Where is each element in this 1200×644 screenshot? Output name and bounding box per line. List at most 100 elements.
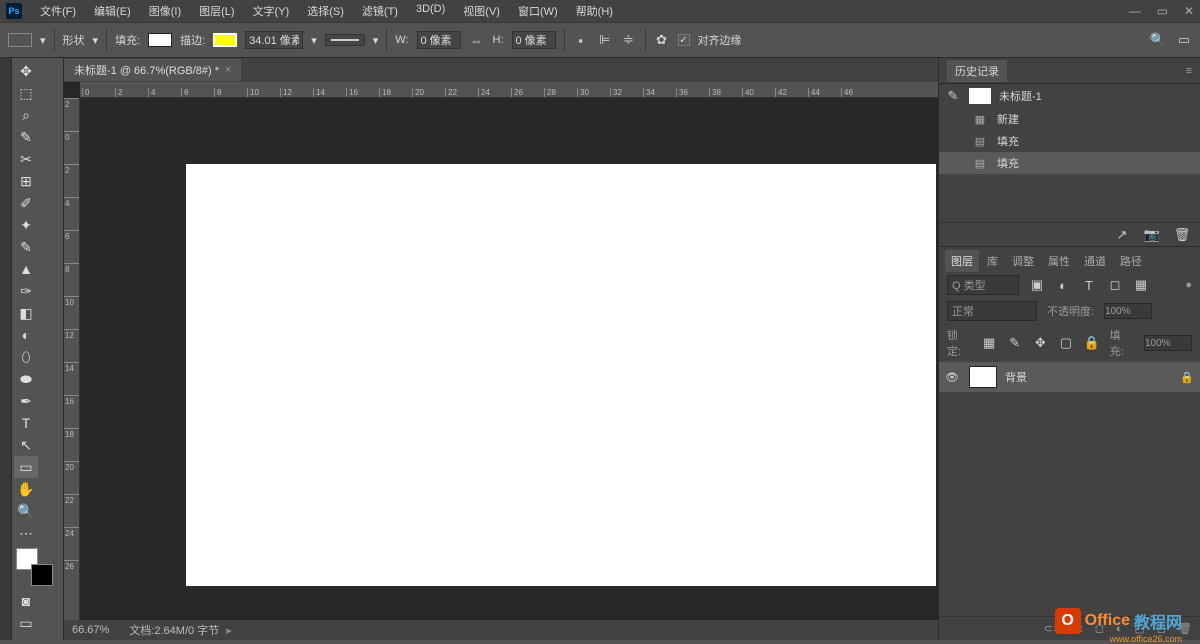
eyedropper-tool[interactable]: ✐ bbox=[14, 192, 38, 214]
zoom-tool[interactable]: 🔍 bbox=[14, 500, 38, 522]
doc-info[interactable]: 文档:2.64M/0 字节 bbox=[129, 625, 219, 637]
stamp-tool[interactable]: ▲ bbox=[14, 258, 38, 280]
layer-name[interactable]: 背景 bbox=[1005, 369, 1027, 385]
tab-adjustments[interactable]: 调整 bbox=[1006, 250, 1040, 272]
tab-channels[interactable]: 通道 bbox=[1078, 250, 1112, 272]
healing-tool[interactable]: ✦ bbox=[14, 214, 38, 236]
tab-properties[interactable]: 属性 bbox=[1042, 250, 1076, 272]
blur-tool[interactable]: ⬯ bbox=[14, 346, 38, 368]
align-edges-checkbox[interactable]: ✓ bbox=[678, 34, 690, 46]
menu-image[interactable]: 图像(I) bbox=[141, 1, 189, 21]
maximize-icon[interactable]: ▭ bbox=[1157, 4, 1168, 18]
menu-window[interactable]: 窗口(W) bbox=[510, 1, 566, 21]
smart-filter-icon[interactable]: ▦ bbox=[1133, 277, 1149, 293]
image-filter-icon[interactable]: ▣ bbox=[1029, 277, 1045, 293]
chevron-down-icon[interactable]: ▾ bbox=[40, 34, 46, 47]
path-ops-icon[interactable]: ▪ bbox=[573, 32, 589, 48]
marquee-tool[interactable]: ⬚ bbox=[14, 82, 38, 104]
frame-tool[interactable]: ⊞ bbox=[14, 170, 38, 192]
hand-tool[interactable]: ✋ bbox=[14, 478, 38, 500]
history-item[interactable]: ▤填充 bbox=[939, 152, 1200, 174]
close-icon[interactable]: ✕ bbox=[1184, 4, 1194, 18]
close-tab-icon[interactable]: × bbox=[225, 64, 231, 76]
ruler-vertical[interactable]: 202468101214161820222426 bbox=[64, 98, 80, 620]
path-select-tool[interactable]: ↖ bbox=[14, 434, 38, 456]
visibility-icon[interactable]: 👁 bbox=[945, 371, 961, 384]
more-tools[interactable]: ⋯ bbox=[14, 522, 38, 544]
zoom-level[interactable]: 66.67% bbox=[72, 624, 109, 636]
chevron-down-icon[interactable]: ▾ bbox=[373, 34, 379, 47]
menu-file[interactable]: 文件(F) bbox=[32, 1, 84, 21]
ruler-horizontal[interactable]: 0246810121416182022242628303234363840424… bbox=[80, 82, 938, 98]
canvas[interactable] bbox=[186, 164, 936, 586]
fill-swatch[interactable] bbox=[148, 33, 172, 47]
pen-tool[interactable]: ✒ bbox=[14, 390, 38, 412]
shape-mode-label[interactable]: 形状 bbox=[63, 32, 85, 48]
link-icon[interactable]: ⇔ bbox=[469, 32, 485, 48]
type-tool[interactable]: T bbox=[14, 412, 38, 434]
menu-layer[interactable]: 图层(L) bbox=[191, 1, 242, 21]
layer-row[interactable]: 👁 背景 🔒 bbox=[939, 362, 1200, 392]
align-icon[interactable]: ⊫ bbox=[597, 32, 613, 48]
menu-edit[interactable]: 编辑(E) bbox=[86, 1, 139, 21]
lock-icon[interactable]: 🔒 bbox=[1180, 371, 1194, 384]
history-snapshot[interactable]: ✎ 未标题-1 bbox=[939, 84, 1200, 108]
screenmode-tool[interactable]: ▭ bbox=[14, 612, 38, 634]
quickmask-tool[interactable]: ◙ bbox=[14, 590, 38, 612]
height-input[interactable] bbox=[512, 31, 556, 49]
chevron-down-icon[interactable]: ▾ bbox=[311, 34, 317, 47]
chevron-right-icon[interactable]: ▸ bbox=[223, 625, 232, 637]
history-item[interactable]: ▤填充 bbox=[939, 130, 1200, 152]
menu-view[interactable]: 视图(V) bbox=[455, 1, 508, 21]
shape-filter-icon[interactable]: ◻ bbox=[1107, 277, 1123, 293]
brush-tool[interactable]: ✎ bbox=[14, 236, 38, 258]
stroke-width-input[interactable] bbox=[245, 31, 303, 49]
search-icon[interactable]: 🔍 bbox=[1150, 32, 1166, 48]
opacity-input[interactable] bbox=[1104, 303, 1152, 319]
document-tab[interactable]: 未标题-1 @ 66.7%(RGB/8#) * × bbox=[64, 59, 241, 81]
color-swatches[interactable] bbox=[16, 548, 59, 586]
history-brush-tool[interactable]: ✑ bbox=[14, 280, 38, 302]
move-tool[interactable]: ✥ bbox=[14, 60, 38, 82]
eraser-tool[interactable]: ◧ bbox=[14, 302, 38, 324]
type-filter-icon[interactable]: T bbox=[1081, 277, 1097, 293]
menu-3d[interactable]: 3D(D) bbox=[408, 1, 453, 21]
tab-paths[interactable]: 路径 bbox=[1114, 250, 1148, 272]
create-doc-icon[interactable]: ↗ bbox=[1114, 227, 1130, 243]
menu-type[interactable]: 文字(Y) bbox=[245, 1, 298, 21]
arrange-icon[interactable]: ≑ bbox=[621, 32, 637, 48]
rectangle-tool[interactable]: ▭ bbox=[14, 456, 38, 478]
tab-layers[interactable]: 图层 bbox=[945, 250, 979, 272]
lock-all-icon[interactable]: 🔒 bbox=[1084, 335, 1100, 351]
camera-icon[interactable]: 📷 bbox=[1144, 227, 1160, 243]
tool-preset[interactable] bbox=[8, 33, 32, 47]
history-item[interactable]: ▦新建 bbox=[939, 108, 1200, 130]
lock-brush-icon[interactable]: ✎ bbox=[1007, 335, 1023, 351]
history-tab[interactable]: 历史记录 bbox=[947, 60, 1007, 82]
menu-filter[interactable]: 滤镜(T) bbox=[354, 1, 406, 21]
width-input[interactable] bbox=[417, 31, 461, 49]
blend-mode[interactable]: 正常 bbox=[947, 301, 1037, 321]
gear-icon[interactable]: ✿ bbox=[654, 32, 670, 48]
trash-icon[interactable]: 🗑 bbox=[1174, 227, 1190, 243]
lasso-tool[interactable]: ⌕ bbox=[14, 104, 38, 126]
minimize-icon[interactable]: ― bbox=[1129, 4, 1141, 18]
stroke-style[interactable] bbox=[325, 34, 365, 46]
workspace-icon[interactable]: ▭ bbox=[1176, 32, 1192, 48]
lock-position-icon[interactable]: ✥ bbox=[1033, 335, 1049, 351]
filter-toggle[interactable]: ● bbox=[1185, 279, 1192, 291]
lock-artboard-icon[interactable]: ▢ bbox=[1058, 335, 1074, 351]
dodge-tool[interactable]: ⬬ bbox=[14, 368, 38, 390]
chevron-down-icon[interactable]: ▾ bbox=[93, 34, 99, 47]
crop-tool[interactable]: ✂ bbox=[14, 148, 38, 170]
panel-menu-icon[interactable]: ≡ bbox=[1186, 65, 1192, 77]
tab-libraries[interactable]: 库 bbox=[981, 250, 1004, 272]
quick-select-tool[interactable]: ✎ bbox=[14, 126, 38, 148]
gradient-tool[interactable]: ◐ bbox=[14, 324, 38, 346]
stroke-swatch[interactable] bbox=[213, 33, 237, 47]
fill-opacity-input[interactable] bbox=[1144, 335, 1192, 351]
collapsed-panel-left[interactable] bbox=[0, 58, 12, 640]
layer-filter[interactable]: Q 类型 bbox=[947, 275, 1019, 295]
lock-pixels-icon[interactable]: ▦ bbox=[981, 335, 997, 351]
adjust-filter-icon[interactable]: ◐ bbox=[1055, 277, 1071, 293]
